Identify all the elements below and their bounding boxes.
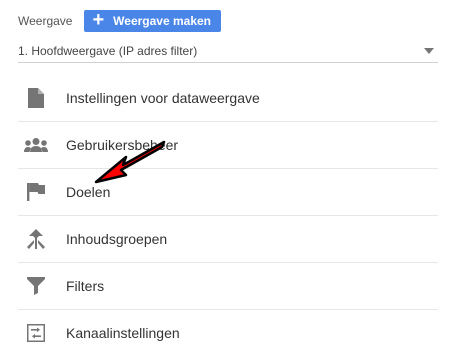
view-header-label: Weergave bbox=[18, 14, 73, 28]
menu-item-label: Instellingen voor dataweergave bbox=[66, 90, 260, 106]
users-icon bbox=[24, 133, 48, 157]
view-select[interactable]: 1. Hoofdweergave (IP adres filter) bbox=[18, 40, 438, 63]
view-header: Weergave + Weergave maken bbox=[18, 9, 222, 32]
dropdown-caret-icon bbox=[424, 48, 434, 54]
menu-item-content-grouping[interactable]: Inhoudsgroepen bbox=[18, 216, 438, 263]
plus-icon: + bbox=[92, 9, 105, 31]
menu-item-user-management[interactable]: Gebruikersbeheer bbox=[18, 122, 438, 169]
document-icon bbox=[24, 86, 48, 110]
menu-item-label: Doelen bbox=[66, 184, 111, 200]
menu-item-label: Gebruikersbeheer bbox=[66, 137, 179, 153]
create-view-button[interactable]: + Weergave maken bbox=[84, 9, 222, 32]
create-view-button-label: Weergave maken bbox=[113, 14, 212, 28]
menu-item-goals[interactable]: Doelen bbox=[18, 169, 438, 216]
content-grouping-icon bbox=[24, 227, 48, 251]
channel-settings-icon bbox=[24, 321, 48, 345]
view-settings-menu: Instellingen voor dataweergave Gebruiker… bbox=[18, 75, 438, 356]
menu-item-channel-settings[interactable]: Kanaalinstellingen bbox=[18, 310, 438, 356]
flag-icon bbox=[24, 180, 48, 204]
view-select-value: 1. Hoofdweergave (IP adres filter) bbox=[18, 44, 198, 58]
menu-item-view-settings[interactable]: Instellingen voor dataweergave bbox=[18, 75, 438, 122]
menu-item-label: Inhoudsgroepen bbox=[66, 231, 168, 247]
filter-icon bbox=[24, 274, 48, 298]
menu-item-label: Filters bbox=[66, 278, 105, 294]
menu-item-label: Kanaalinstellingen bbox=[66, 325, 180, 341]
menu-item-filters[interactable]: Filters bbox=[18, 263, 438, 310]
